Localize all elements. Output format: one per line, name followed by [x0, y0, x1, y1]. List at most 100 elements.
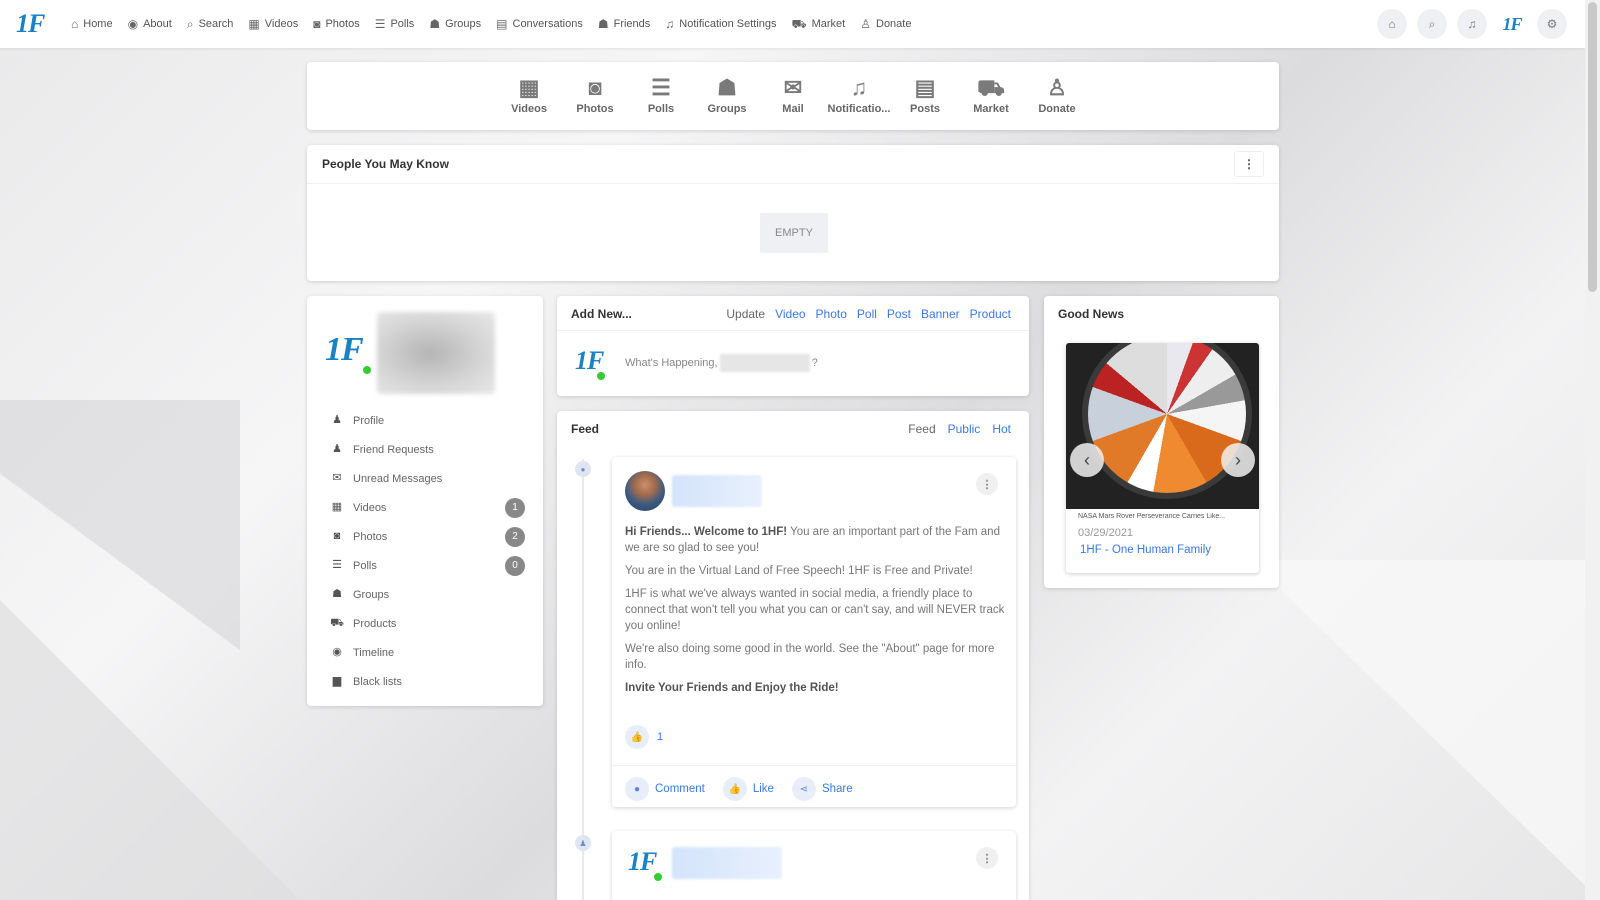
settings-icon[interactable]: ⚙	[1537, 9, 1567, 39]
scrollbar-thumb[interactable]	[1588, 2, 1597, 292]
action-label: Share	[821, 783, 853, 795]
sidebar-item-black-lists[interactable]: ▆ Black lists	[325, 667, 525, 696]
site-logo[interactable]: 1F	[16, 9, 71, 39]
good-news-card: Good News ‹ › NASA Mars Rover Perseveran…	[1044, 296, 1279, 588]
poll-icon: ☰	[332, 559, 342, 571]
tab-public[interactable]: Public	[948, 422, 981, 436]
tab-update[interactable]: Update	[726, 307, 765, 321]
scrollbar[interactable]	[1585, 0, 1600, 900]
comment-button[interactable]: ● Comment	[625, 777, 705, 801]
quick-nav-notificatio[interactable]: ♫ Notificatio...	[826, 62, 892, 130]
tab-product[interactable]: Product	[970, 307, 1011, 321]
profile-cover-image[interactable]	[377, 312, 495, 394]
nav-item-videos[interactable]: ▦ Videos	[248, 18, 298, 30]
quick-nav-label: Mail	[782, 103, 804, 115]
friend-request-icon: ♟	[332, 443, 342, 455]
news-source-link[interactable]: 1HF - One Human Family	[1080, 544, 1211, 556]
author-logo[interactable]: 1F	[628, 847, 657, 877]
author-name[interactable]	[672, 847, 782, 879]
camera-icon: ◙	[333, 530, 341, 542]
likes-number: 1	[657, 731, 664, 743]
nav-item-label: Videos	[264, 18, 299, 30]
share-button[interactable]: ⋖ Share	[791, 777, 853, 801]
nav-item-groups[interactable]: ☗ Groups	[429, 18, 481, 30]
sidebar-item-friend-requests[interactable]: ♟ Friend Requests	[325, 435, 525, 464]
count-badge: 2	[505, 526, 525, 547]
tab-photo[interactable]: Photo	[816, 307, 847, 321]
action-label: Comment	[655, 783, 705, 795]
sidebar-item-label: Profile	[353, 414, 385, 427]
document-icon: ▤	[914, 75, 936, 100]
sidebar-item-label: Unread Messages	[353, 472, 443, 485]
sidebar-item-timeline[interactable]: ◉ Timeline	[325, 638, 525, 667]
tab-hot[interactable]: Hot	[992, 422, 1011, 436]
search-icon[interactable]: ⌕	[1417, 9, 1447, 39]
mail-icon: ✉	[783, 75, 803, 100]
quick-nav-groups[interactable]: ☗ Groups	[694, 62, 760, 130]
avatar[interactable]	[625, 471, 665, 511]
video-icon: ▦	[248, 17, 260, 31]
sidebar-item-polls[interactable]: ☰ Polls 0	[325, 551, 525, 580]
quick-nav-mail[interactable]: ✉ Mail	[760, 62, 826, 130]
nav-item-donate[interactable]: ♙ Donate	[860, 18, 911, 30]
cart-icon: ⛟	[791, 17, 807, 31]
home-icon[interactable]: ⌂	[1377, 9, 1407, 39]
sidebar-item-products[interactable]: ⛟ Products	[325, 609, 525, 638]
camera-icon: ◙	[588, 75, 602, 100]
quick-nav-videos[interactable]: ▦ Videos	[496, 62, 562, 130]
nav-item-search[interactable]: ⌕ Search	[187, 18, 234, 30]
sidebar-item-profile[interactable]: ♟ Profile	[325, 406, 525, 435]
sidebar-item-groups[interactable]: ☗ Groups	[325, 580, 525, 609]
tab-poll[interactable]: Poll	[857, 307, 877, 321]
nav-item-notification-settings[interactable]: ♫ Notification Settings	[665, 18, 776, 30]
quick-nav-label: Notificatio...	[827, 103, 891, 115]
news-slide[interactable]: ‹ › NASA Mars Rover Perseverance Carries…	[1066, 343, 1259, 573]
top-navbar: 1F ⌂ Home ◉ About ⌕ Search ▦ Videos ◙ Photos ☰ Poll…	[0, 0, 1585, 48]
nav-item-about[interactable]: ◉ About	[128, 18, 172, 30]
quick-nav-donate[interactable]: ♙ Donate	[1024, 62, 1090, 130]
logo-icon[interactable]: 1F	[1497, 9, 1527, 39]
post-text: 1HF is what we've always wanted in socia…	[625, 588, 1005, 632]
quick-nav-posts[interactable]: ▤ Posts	[892, 62, 958, 130]
tab-feed[interactable]: Feed	[908, 422, 935, 436]
add-new-card: Add New... Update Video Photo Poll Post Banne…	[557, 296, 1029, 396]
quick-nav-market[interactable]: ⛟ Market	[958, 62, 1024, 130]
like-button[interactable]: 👍 Like	[722, 777, 774, 801]
quick-nav-label: Groups	[707, 103, 747, 115]
nav-item-friends[interactable]: ☗ Friends	[598, 18, 650, 30]
count-badge: 1	[505, 497, 525, 518]
redacted-name	[719, 354, 810, 372]
bell-icon[interactable]: ♫	[1457, 9, 1487, 39]
people-you-may-know-title: People You May Know	[322, 157, 449, 171]
carousel-prev-button[interactable]: ‹	[1070, 443, 1104, 477]
nav-item-conversations[interactable]: ▤ Conversations	[496, 18, 583, 30]
nav-item-market[interactable]: ⛟ Market	[792, 18, 846, 30]
post-menu-button[interactable]: ⋮	[976, 847, 998, 869]
nav-item-label: Groups	[445, 18, 482, 30]
news-image[interactable]	[1066, 343, 1259, 509]
timeline-icon: ◉	[332, 646, 342, 658]
nav-item-photos[interactable]: ◙ Photos	[313, 18, 360, 30]
nav-item-polls[interactable]: ☰ Polls	[375, 18, 415, 30]
online-indicator	[597, 372, 605, 380]
more-options-button[interactable]: ⋮	[1234, 151, 1264, 177]
status-input[interactable]: What's Happening,?	[625, 354, 818, 372]
quick-nav-label: Videos	[511, 103, 547, 115]
sidebar-item-label: Groups	[353, 588, 390, 601]
author-name[interactable]	[672, 475, 762, 507]
post-menu-button[interactable]: ⋮	[976, 473, 998, 495]
tab-banner[interactable]: Banner	[921, 307, 960, 321]
sidebar-item-photos[interactable]: ◙ Photos 2	[325, 522, 525, 551]
quick-nav-polls[interactable]: ☰ Polls	[628, 62, 694, 130]
tab-post[interactable]: Post	[887, 307, 911, 321]
nav-item-label: Market	[811, 18, 846, 30]
nav-item-home[interactable]: ⌂ Home	[71, 18, 113, 30]
tab-video[interactable]: Video	[775, 307, 805, 321]
timeline-user-icon: ♟	[575, 835, 591, 851]
quick-nav-photos[interactable]: ◙ Photos	[562, 62, 628, 130]
sidebar-item-unread-messages[interactable]: ✉ Unread Messages	[325, 464, 525, 493]
likes-count[interactable]: 👍 1	[625, 725, 663, 749]
carousel-next-button[interactable]: ›	[1221, 443, 1255, 477]
feed-post: ⋮ Hi Friends... Welcome to 1HF! You are …	[612, 457, 1016, 807]
sidebar-item-videos[interactable]: ▦ Videos 1	[325, 493, 525, 522]
